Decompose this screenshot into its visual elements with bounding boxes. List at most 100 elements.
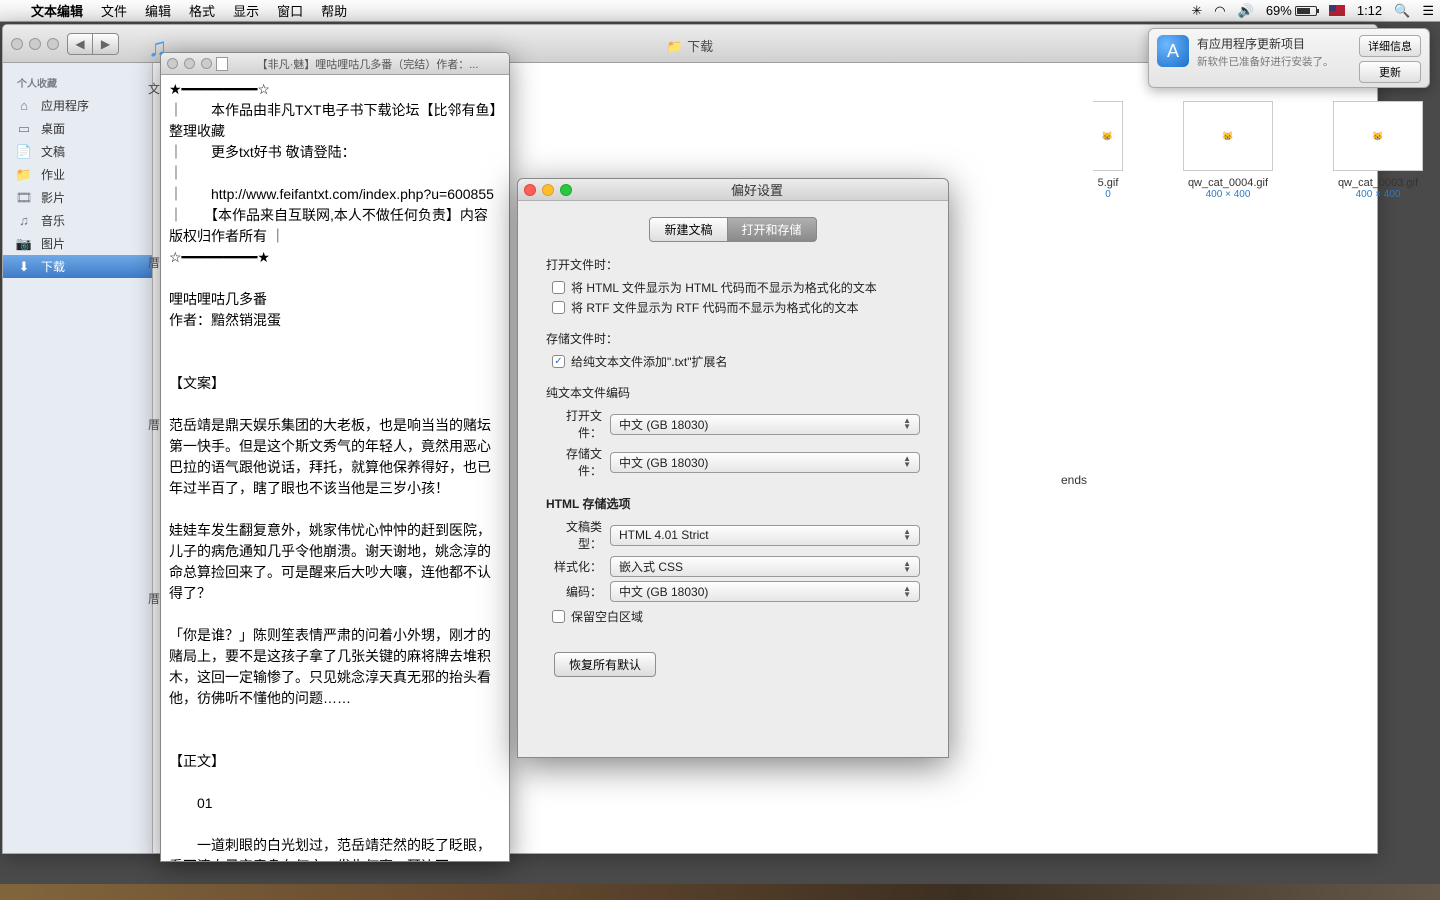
sidebar-label: 音乐: [41, 212, 65, 229]
open-encoding-label: 打开文件：: [546, 407, 602, 441]
html-encoding-label: 编码：: [546, 583, 602, 600]
file-name: 5.gif: [1093, 177, 1123, 189]
notification-subtitle: 新软件已准备好进行安装了。: [1197, 54, 1351, 69]
menu-format[interactable]: 格式: [180, 1, 224, 20]
file-thumbnail: 😸: [1333, 101, 1423, 171]
sidebar-icon: 🎞: [15, 190, 33, 206]
doctype-select[interactable]: HTML 4.01 Strict▲▼: [610, 525, 920, 546]
sidebar-label: 文稿: [41, 143, 65, 160]
update-notification: A 有应用程序更新项目 新软件已准备好进行安装了。 详细信息 更新: [1148, 28, 1430, 88]
appstore-icon: A: [1157, 35, 1189, 67]
dock-reflection: [0, 884, 1440, 900]
traffic-lights: [11, 38, 59, 50]
save-section-label: 存储文件时：: [546, 330, 920, 347]
rtf-as-code-checkbox[interactable]: [552, 301, 565, 314]
file-name: qw_cat_0004.gif: [1183, 177, 1273, 189]
minimize-button[interactable]: [184, 58, 195, 69]
sidebar-icon: ⬇: [15, 259, 33, 275]
forward-button[interactable]: ▶: [93, 33, 119, 55]
spotlight-icon[interactable]: 🔍: [1388, 3, 1416, 19]
details-button[interactable]: 详细信息: [1359, 35, 1421, 57]
tab-new-document[interactable]: 新建文稿: [649, 217, 727, 242]
bg-label: 厝: [148, 590, 160, 607]
sidebar-item-作业[interactable]: 📁作业: [3, 163, 152, 186]
document-body[interactable]: ★━━━━━━━━━☆｜ 本作品由非凡TXT电子书下载论坛【比邻有鱼】整理收藏｜…: [161, 75, 509, 861]
preserve-whitespace-checkbox[interactable]: [552, 610, 565, 623]
volume-icon[interactable]: 🔊: [1232, 3, 1260, 19]
sidebar-icon: ⌂: [15, 98, 33, 114]
tab-open-save[interactable]: 打开和存储: [728, 217, 817, 242]
menubar: 文本编辑 文件 编辑 格式 显示 窗口 帮助 ✳ ◠ 🔊 69% 1:12 🔍 …: [0, 0, 1440, 22]
ends-label: ends: [1061, 473, 1087, 487]
checkbox-label: 将 RTF 文件显示为 RTF 代码而不显示为格式化的文本: [571, 299, 859, 316]
menu-view[interactable]: 显示: [224, 1, 268, 20]
html-encoding-select[interactable]: 中文 (GB 18030)▲▼: [610, 581, 920, 602]
sidebar-icon: 📄: [15, 144, 33, 160]
minimize-button[interactable]: [29, 38, 41, 50]
sidebar-icon: 📁: [15, 167, 33, 183]
checkbox-label: 给纯文本文件添加".txt"扩展名: [571, 353, 728, 370]
sidebar-label: 桌面: [41, 120, 65, 137]
file-thumbnail: 😸: [1183, 101, 1273, 171]
sidebar-item-应用程序[interactable]: ⌂ 应用程序: [3, 94, 152, 117]
close-button[interactable]: [11, 38, 23, 50]
file-item[interactable]: 😸 qw_cat_0003.gif400 × 400: [1333, 101, 1423, 200]
checkbox-label: 将 HTML 文件显示为 HTML 代码而不显示为格式化的文本: [571, 279, 877, 296]
sidebar-item-文稿[interactable]: 📄 文稿: [3, 140, 152, 163]
open-encoding-select[interactable]: 中文 (GB 18030)▲▼: [610, 414, 920, 435]
document-title: 【非凡·魅】哩咕哩咕几多番（完结）作者：...: [232, 56, 503, 72]
back-button[interactable]: ◀: [67, 33, 93, 55]
update-button[interactable]: 更新: [1359, 61, 1421, 83]
sidebar-label: 应用程序: [41, 97, 89, 114]
minimize-button[interactable]: [542, 184, 554, 196]
restore-defaults-button[interactable]: 恢复所有默认: [554, 652, 656, 677]
menu-file[interactable]: 文件: [92, 1, 136, 20]
zoom-button[interactable]: [201, 58, 212, 69]
nav-buttons: ◀ ▶: [67, 33, 119, 55]
notification-title: 有应用程序更新项目: [1197, 35, 1351, 52]
wifi-icon[interactable]: ◠: [1208, 3, 1231, 19]
bg-label: 文: [148, 80, 160, 97]
zoom-button[interactable]: [560, 184, 572, 196]
textedit-window: 【非凡·魅】哩咕哩咕几多番（完结）作者：... ★━━━━━━━━━☆｜ 本作品…: [160, 52, 510, 862]
close-button[interactable]: [167, 58, 178, 69]
sidebar-header: 个人收藏: [3, 71, 152, 94]
file-item[interactable]: 😸qw_cat_0004.gif400 × 400: [1183, 101, 1273, 200]
clock[interactable]: 1:12: [1351, 3, 1388, 18]
save-encoding-label: 存储文件：: [546, 445, 602, 479]
sidebar-label: 图片: [41, 235, 65, 252]
sidebar-item-桌面[interactable]: ▭桌面: [3, 117, 152, 140]
add-txt-ext-checkbox[interactable]: ✓: [552, 355, 565, 368]
sidebar-item-图片[interactable]: 📷 图片: [3, 232, 152, 255]
file-dimensions: 0: [1093, 189, 1123, 200]
bluetooth-icon[interactable]: ✳: [1185, 3, 1208, 19]
sidebar-icon: 📷: [15, 236, 33, 252]
preferences-window: 偏好设置 新建文稿 打开和存储 打开文件时： 将 HTML 文件显示为 HTML…: [517, 178, 949, 758]
document-icon: [216, 57, 228, 71]
save-encoding-select[interactable]: 中文 (GB 18030)▲▼: [610, 452, 920, 473]
notification-center-icon[interactable]: ☰: [1416, 3, 1440, 19]
prefs-tabs: 新建文稿 打开和存储: [518, 217, 948, 242]
sidebar-icon: ♫: [15, 213, 33, 229]
menu-window[interactable]: 窗口: [268, 1, 312, 20]
sidebar-item-影片[interactable]: 🎞影片: [3, 186, 152, 209]
file-item[interactable]: 😸5.gif0: [1093, 101, 1123, 200]
html-section-label: HTML 存储选项: [546, 495, 920, 512]
menu-help[interactable]: 帮助: [312, 1, 356, 20]
menu-edit[interactable]: 编辑: [136, 1, 180, 20]
file-name: qw_cat_0003.gif: [1333, 177, 1423, 189]
bg-label: 厝: [148, 254, 160, 271]
input-source[interactable]: [1323, 5, 1351, 16]
close-button[interactable]: [524, 184, 536, 196]
open-section-label: 打开文件时：: [546, 256, 920, 273]
app-menu[interactable]: 文本编辑: [22, 1, 92, 20]
style-select[interactable]: 嵌入式 CSS▲▼: [610, 556, 920, 577]
zoom-button[interactable]: [47, 38, 59, 50]
file-dimensions: 400 × 400: [1333, 189, 1423, 200]
html-as-code-checkbox[interactable]: [552, 281, 565, 294]
battery-status[interactable]: 69%: [1260, 3, 1323, 18]
sidebar-item-下载[interactable]: ⬇下载: [3, 255, 152, 278]
style-label: 样式化：: [546, 558, 602, 575]
prefs-titlebar: 偏好设置: [518, 179, 948, 201]
sidebar-item-音乐[interactable]: ♫ 音乐: [3, 209, 152, 232]
